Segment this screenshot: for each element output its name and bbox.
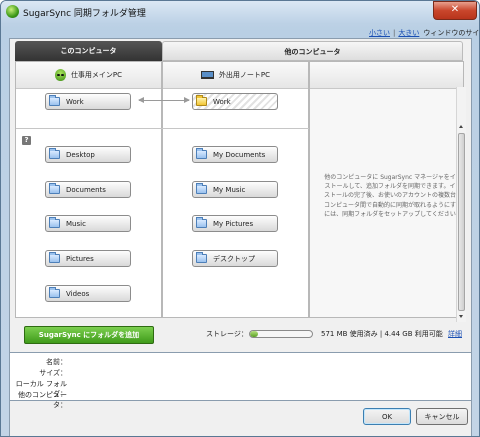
folder-icon: [196, 183, 207, 194]
folder-icon: [49, 252, 60, 263]
scroll-down-icon[interactable]: [459, 315, 463, 318]
folder-desktop-jp[interactable]: デスクトップ: [192, 250, 278, 267]
folder-label: Music: [66, 219, 86, 228]
folder-desktop[interactable]: Desktop: [45, 146, 131, 163]
storage-usage-bar: [249, 330, 313, 338]
folder-label: Work: [213, 97, 231, 106]
folder-icon: [49, 183, 60, 194]
small-size-link[interactable]: 小さい: [369, 29, 390, 37]
title-bar: SugarSync 同期フォルダ管理 ✕: [1, 1, 479, 23]
storage-label: ストレージ：: [206, 330, 248, 338]
folder-my-pictures[interactable]: My Pictures: [192, 215, 278, 232]
folder-icon: [196, 95, 207, 106]
folder-videos[interactable]: Videos: [45, 285, 131, 302]
window-title: SugarSync 同期フォルダ管理: [23, 9, 146, 19]
help-icon[interactable]: ?: [22, 136, 31, 145]
folder-pictures[interactable]: Pictures: [45, 250, 131, 267]
folder-label: Documents: [66, 185, 106, 194]
other-computer-header: 他のコンピュータ: [162, 41, 463, 61]
folder-music[interactable]: Music: [45, 215, 131, 232]
folder-icon: [49, 217, 60, 228]
detail-size-label: サイズ：: [39, 369, 67, 377]
folder-icon: [49, 287, 60, 298]
folder-label: デスクトップ: [213, 254, 255, 263]
laptop-icon: [200, 71, 214, 79]
large-size-link[interactable]: 大きい: [398, 29, 419, 37]
cancel-button[interactable]: キャンセル: [416, 408, 468, 425]
size-links: 小さい | 大きい ウィンドウのサイズ: [369, 28, 480, 38]
scroll-thumb[interactable]: [458, 133, 465, 311]
folder-label: My Music: [213, 185, 246, 194]
install-info-text: 他のコンピュータに SugarSync マネージャをインストールして、追加フォル…: [323, 174, 463, 218]
size-link-separator: |: [393, 29, 396, 37]
folder-label: Desktop: [66, 150, 95, 159]
storage-usage-text: 571 MB 使用済み | 4.44 GB 利用可能: [321, 330, 443, 338]
folder-icon: [49, 148, 60, 159]
sugarsync-alien-icon: [54, 69, 66, 81]
left-synced-folder-work[interactable]: Work: [45, 93, 131, 110]
sugarsync-app-icon: [6, 5, 19, 18]
storage-detail-link[interactable]: 詳細: [448, 329, 462, 339]
detail-name-label: 名前：: [46, 358, 67, 366]
folder-my-documents[interactable]: My Documents: [192, 146, 278, 163]
folder-my-music[interactable]: My Music: [192, 181, 278, 198]
folder-icon: [196, 148, 207, 159]
folder-icon: [49, 95, 60, 106]
folder-icon: [196, 252, 207, 263]
folder-label: My Pictures: [213, 219, 254, 228]
ok-button[interactable]: OK: [363, 408, 411, 425]
sync-arrow-icon: [138, 97, 190, 103]
folder-label: Work: [66, 97, 84, 106]
folder-documents[interactable]: Documents: [45, 181, 131, 198]
add-folder-button[interactable]: SugarSync にフォルダを追加: [24, 326, 154, 344]
synced-area-divider: [16, 128, 309, 129]
folder-icon: [196, 217, 207, 228]
folder-label: My Documents: [213, 150, 266, 159]
this-computer-header: このコンピュータ: [15, 41, 162, 61]
main-pc-label: 仕事用メインPC: [70, 71, 123, 79]
notebook-pc-label: 外出用ノートPC: [218, 71, 271, 79]
folder-details-panel: [9, 352, 472, 401]
scroll-up-icon[interactable]: [459, 125, 463, 128]
notebook-pc-row: 外出用ノートPC: [163, 62, 308, 89]
detail-other-computer-label: 他のコンピュータ：: [18, 391, 67, 409]
window-size-label: ウィンドウのサイズ: [423, 29, 480, 37]
right-synced-folder-work[interactable]: Work: [192, 93, 278, 110]
info-pane-header: [310, 62, 463, 89]
folder-label: Pictures: [66, 254, 94, 263]
folder-label: Videos: [66, 289, 90, 298]
storage-usage-fill: [250, 331, 259, 337]
vertical-scrollbar[interactable]: [456, 87, 466, 322]
sugarsync-window: SugarSync 同期フォルダ管理 ✕ 小さい | 大きい ウィンドウのサイズ この…: [0, 0, 480, 437]
close-button[interactable]: ✕: [433, 1, 477, 20]
main-pc-row: 仕事用メインPC: [16, 62, 161, 89]
